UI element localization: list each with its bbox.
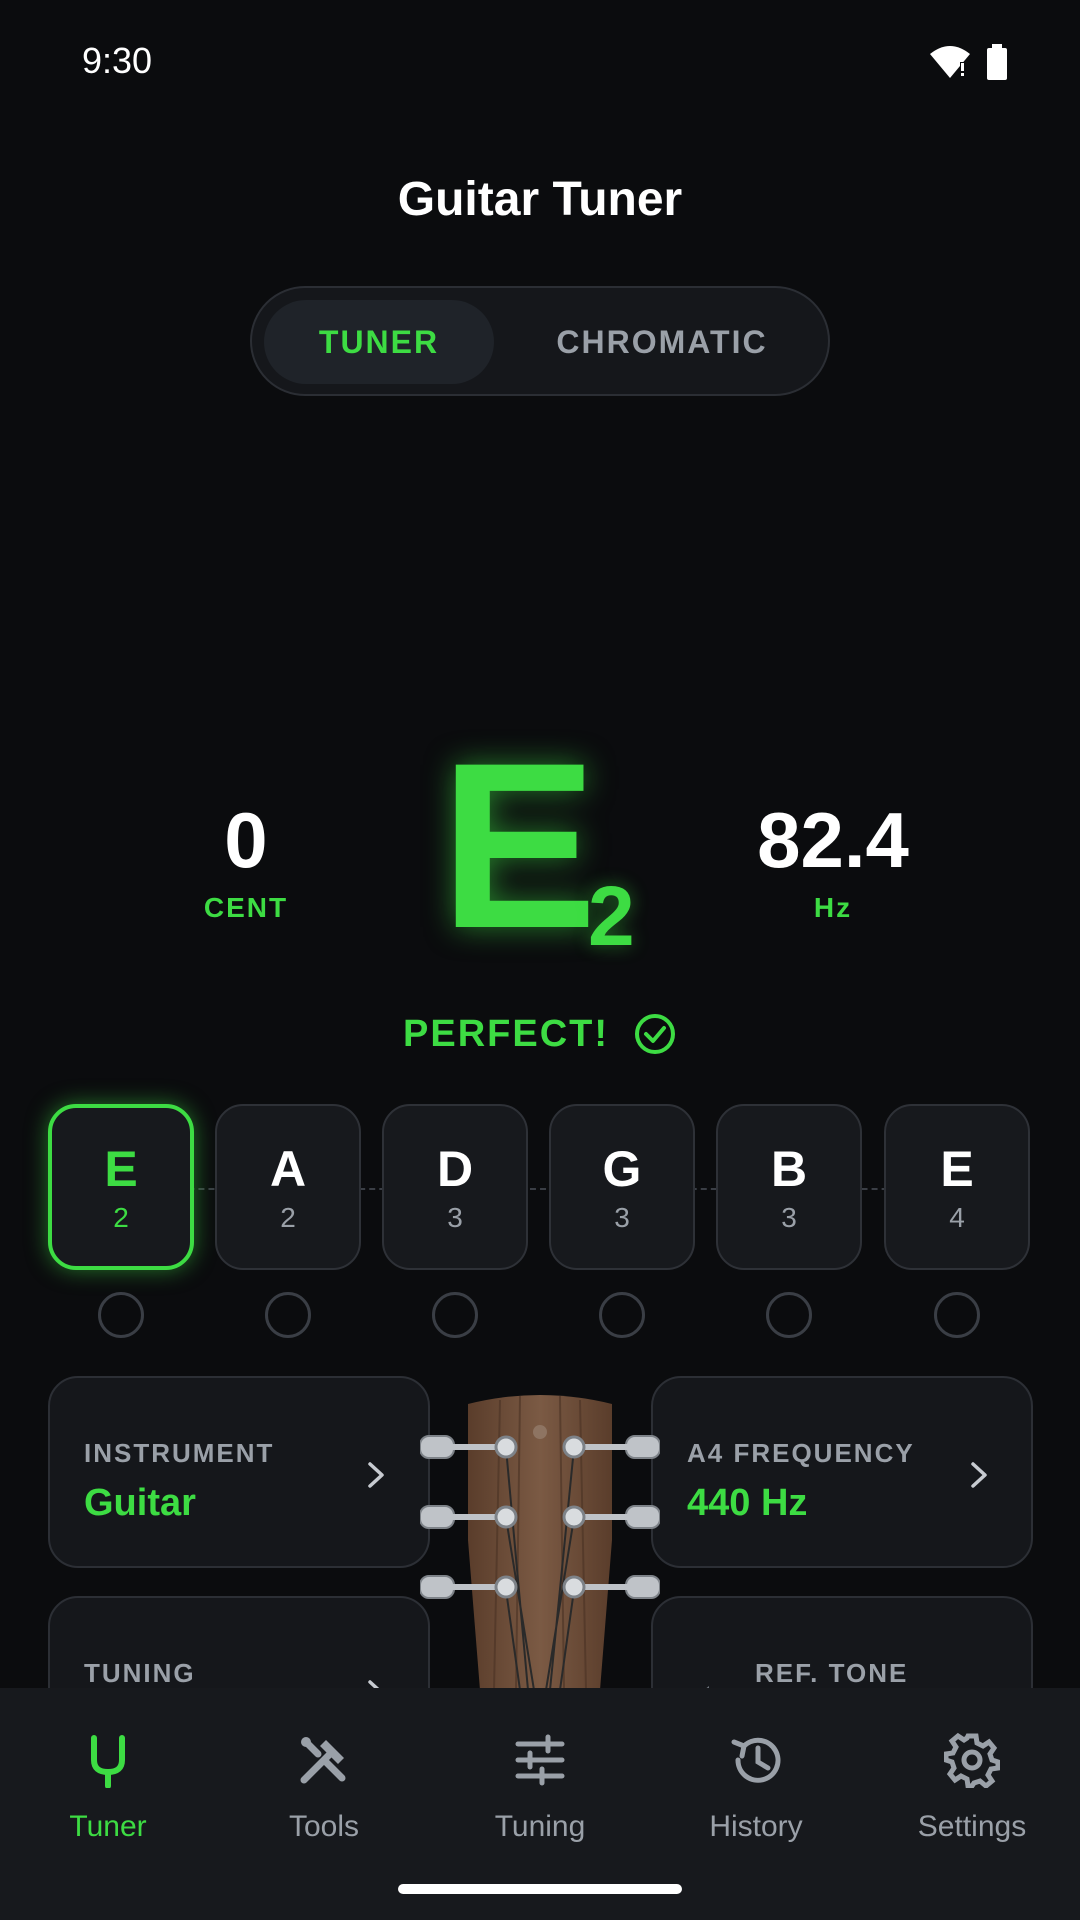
status-time: 9:30 <box>82 40 153 81</box>
string-button-e2[interactable]: E 2 <box>48 1104 194 1270</box>
string-note: E <box>940 1141 974 1197</box>
chevron-right-icon <box>368 1462 384 1488</box>
nav-label: Tuner <box>69 1810 147 1843</box>
status-bar: 9:30 <box>0 0 1080 128</box>
string-octave: 3 <box>614 1202 630 1233</box>
string-indicator <box>766 1292 812 1338</box>
instrument-value: Guitar <box>84 1482 196 1524</box>
check-circle-icon <box>635 1014 675 1054</box>
string-button-g3[interactable]: G 3 <box>549 1104 695 1270</box>
string-indicator <box>432 1292 478 1338</box>
cents-readout: 0 CENT <box>146 795 346 1015</box>
note-octave: 2 <box>588 869 635 963</box>
tuning-status-text: PERFECT! <box>403 1012 609 1055</box>
string-indicator <box>599 1292 645 1338</box>
gear-icon <box>944 1732 1000 1788</box>
chevron-right-icon <box>971 1462 987 1488</box>
note-letter: E <box>440 714 598 978</box>
frequency-readout: 82.4 Hz <box>733 795 933 1015</box>
tuning-label: TUNING <box>84 1658 196 1688</box>
string-octave: 2 <box>113 1202 129 1233</box>
string-button-d3[interactable]: D 3 <box>382 1104 528 1270</box>
tuning-status: PERFECT! <box>0 1012 1080 1056</box>
ref-tone-label: REF. TONE <box>755 1658 909 1688</box>
a4-frequency-label: A4 FREQUENCY <box>687 1438 915 1468</box>
nav-tuner[interactable]: Tuner <box>0 1712 216 1872</box>
string-note: G <box>602 1141 642 1197</box>
string-octave: 3 <box>781 1202 797 1233</box>
string-note: E <box>104 1141 138 1197</box>
instrument-label: INSTRUMENT <box>84 1438 275 1468</box>
wifi-icon <box>930 46 970 78</box>
page-title: Guitar Tuner <box>397 173 683 226</box>
note-display: E 2 <box>440 728 660 970</box>
cents-unit: CENT <box>203 892 289 923</box>
tab-tuner[interactable]: TUNER <box>264 300 494 384</box>
nav-settings[interactable]: Settings <box>864 1712 1080 1872</box>
string-button-e4[interactable]: E 4 <box>884 1104 1030 1270</box>
bottom-navigation: Tuner Tools Tuning History Settings <box>0 1688 1080 1920</box>
nav-tools[interactable]: Tools <box>216 1712 432 1872</box>
status-icons <box>928 44 1008 80</box>
string-note: A <box>269 1141 307 1197</box>
a4-frequency-card[interactable]: A4 FREQUENCY 440 Hz <box>651 1376 1033 1568</box>
string-indicator <box>98 1292 144 1338</box>
string-button-b3[interactable]: B 3 <box>716 1104 862 1270</box>
string-indicator <box>265 1292 311 1338</box>
string-octave: 4 <box>949 1202 965 1233</box>
guitar-headstock-illustration <box>420 1395 660 1690</box>
nav-label: History <box>709 1810 803 1843</box>
tab-chromatic[interactable]: CHROMATIC <box>502 300 822 384</box>
frequency-value: 82.4 <box>757 796 909 884</box>
string-octave: 3 <box>447 1202 463 1233</box>
cents-gauge: -50-20-100+10+20+50 <box>0 410 1080 720</box>
nav-label: Tools <box>288 1810 360 1843</box>
string-note: B <box>770 1141 808 1197</box>
string-note: D <box>436 1141 474 1197</box>
history-icon <box>731 1737 781 1783</box>
instrument-card[interactable]: INSTRUMENT Guitar <box>48 1376 430 1568</box>
frequency-unit: Hz <box>813 892 853 923</box>
string-octave: 2 <box>280 1202 296 1233</box>
a4-frequency-value: 440 Hz <box>687 1482 808 1524</box>
tools-icon <box>300 1737 346 1784</box>
tuning-fork-icon <box>91 1735 125 1788</box>
nav-history[interactable]: History <box>648 1712 864 1872</box>
nav-tuning[interactable]: Tuning <box>432 1712 648 1872</box>
nav-label: Settings <box>917 1810 1027 1843</box>
mode-toggle: TUNER CHROMATIC <box>250 286 830 396</box>
string-button-a2[interactable]: A 2 <box>215 1104 361 1270</box>
sliders-icon <box>515 1734 565 1786</box>
home-indicator[interactable] <box>398 1884 682 1894</box>
cents-value: 0 <box>224 796 268 884</box>
string-indicator <box>934 1292 980 1338</box>
nav-label: Tuning <box>494 1810 586 1843</box>
string-selector: E 2 A 2 D 3 G 3 B 3 E 4 <box>48 1104 1032 1344</box>
battery-icon <box>987 44 1007 80</box>
